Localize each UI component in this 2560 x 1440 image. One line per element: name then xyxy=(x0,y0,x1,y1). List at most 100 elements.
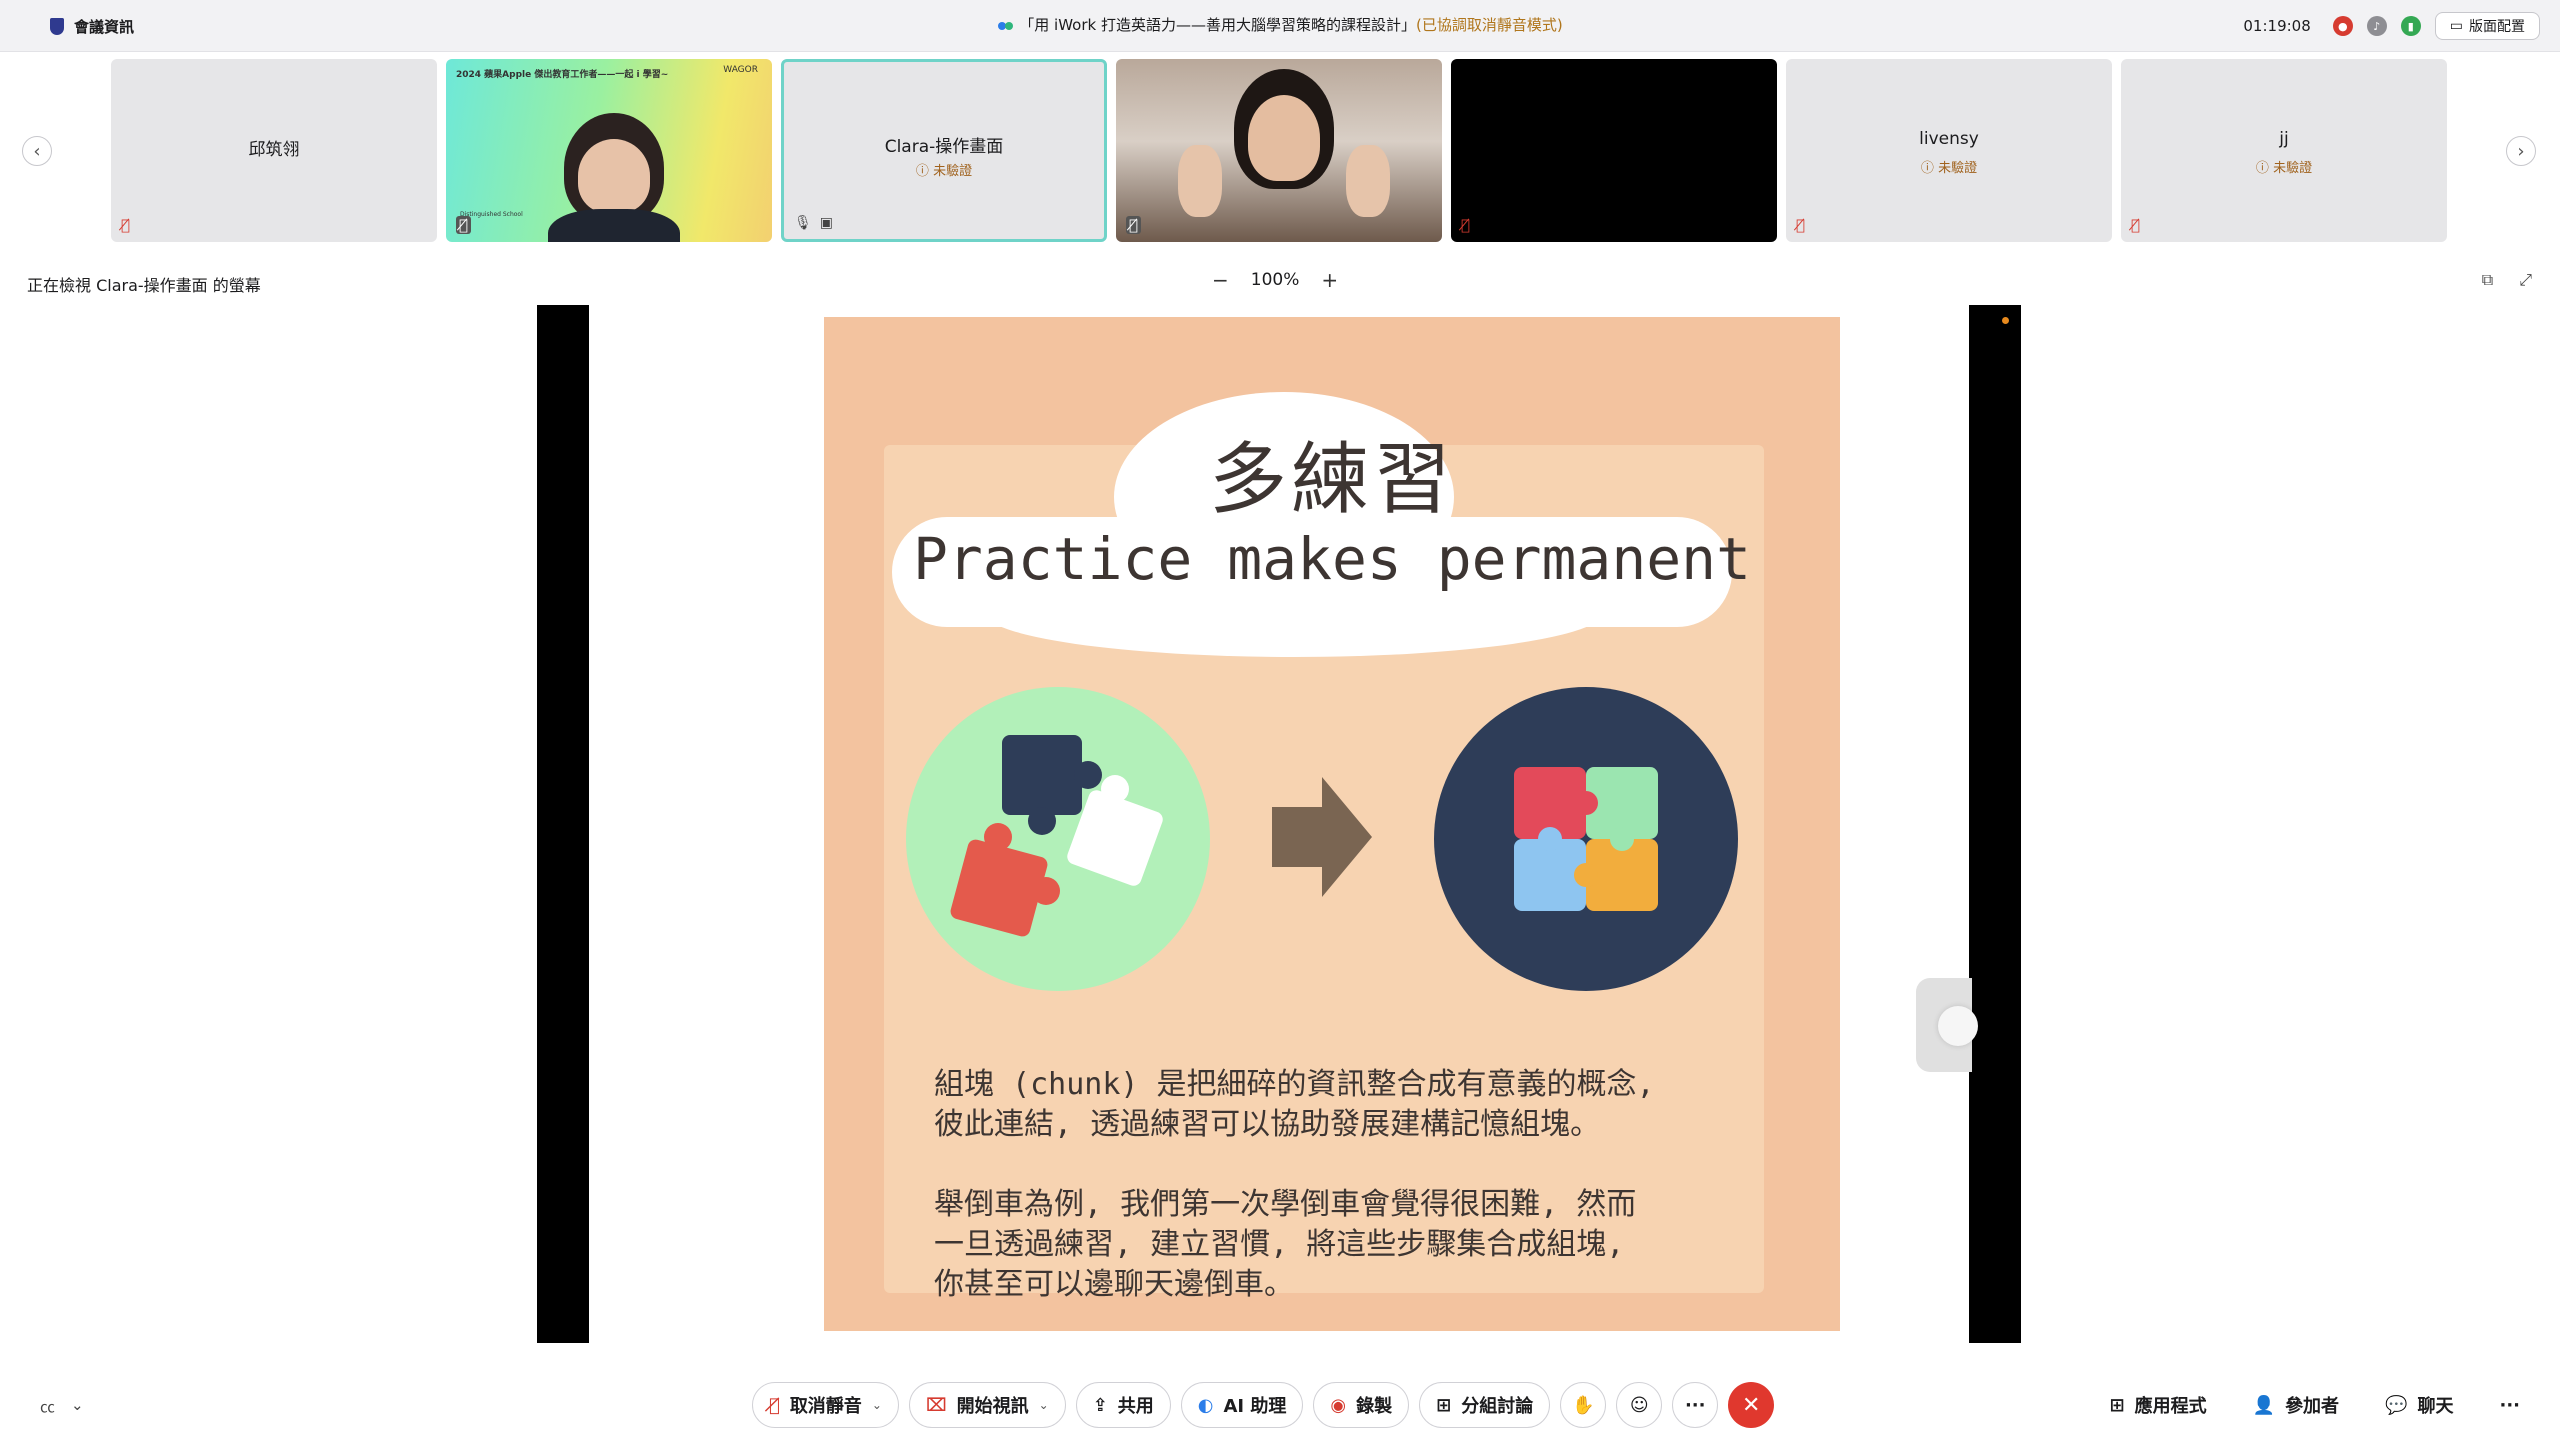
meeting-timer: 01:19:08 xyxy=(2243,17,2311,35)
handle-knob-icon xyxy=(1938,1006,1978,1046)
shared-screen[interactable]: 多練習 Practice makes permanent 組塊 (chunk) … xyxy=(537,305,2021,1343)
popout-share-icon[interactable]: ⧉ xyxy=(2482,270,2493,290)
video-logo-text: WAGOR xyxy=(723,65,758,75)
participant-tile[interactable]: jj ⓘ 未驗證 🎙̸ xyxy=(2121,59,2447,242)
participant-video-face xyxy=(1248,95,1320,181)
shared-screen-canvas: 多練習 Practice makes permanent 組塊 (chunk) … xyxy=(589,305,1969,1343)
participant-tile-video[interactable]: 2024 蘋果Apple 傑出教育工作者——一起 i 學習~ WAGOR Dis… xyxy=(446,59,772,242)
participant-tile-active[interactable]: Clara-操作畫面 ⓘ 未驗證 🎙 ▣ xyxy=(781,59,1107,242)
mic-muted-icon: 🎙̸ xyxy=(1126,216,1142,234)
mic-muted-icon: 🎙̸ xyxy=(1796,216,1806,234)
chat-icon: 💬 xyxy=(2385,1394,2408,1416)
arrow-right-icon xyxy=(1272,777,1372,897)
participant-tile-video[interactable]: 🎙̸ xyxy=(1116,59,1442,242)
participant-video-hand-right xyxy=(1346,145,1390,217)
zoom-out-button[interactable]: − xyxy=(1212,268,1229,292)
audio-status-icon[interactable]: ♪ xyxy=(2366,16,2387,36)
right-panel-controls: ⊞ 應用程式 👤 參加者 💬 聊天 ··· xyxy=(2110,1382,2520,1428)
slide-body-text: 組塊 (chunk) 是把細碎的資訊整合成有意義的概念, 彼此連結, 透過練習可… xyxy=(934,1067,1655,1302)
layout-label: 版面配置 xyxy=(2469,19,2525,35)
close-icon: ✕ xyxy=(1742,1392,1761,1418)
participant-name: 邱筑翎 xyxy=(248,140,300,160)
share-screen-icon: ⇪ xyxy=(1092,1394,1108,1416)
ai-assistant-button[interactable]: ◐ AI 助理 xyxy=(1180,1382,1304,1428)
breakout-rooms-icon: ⊞ xyxy=(1436,1394,1452,1416)
end-call-button[interactable]: ✕ xyxy=(1728,1382,1775,1428)
participant-name: jj xyxy=(2279,129,2289,149)
video-banner-text: 2024 蘋果Apple 傑出教育工作者——一起 i 學習~ xyxy=(456,70,669,80)
assembled-puzzle-illustration xyxy=(1434,687,1738,991)
chat-button[interactable]: 💬 聊天 xyxy=(2385,1392,2453,1418)
unmute-button[interactable]: 🎙̸ 取消靜音 ⌄ xyxy=(752,1382,899,1428)
share-label: 共用 xyxy=(1117,1396,1154,1417)
unmute-label: 取消靜音 xyxy=(789,1396,862,1417)
share-tools: ⧉ ⤢ xyxy=(2482,270,2532,290)
meeting-title: 「用 iWork 打造英語力——善用大腦學習策略的課程設計」(已協調取消靜音模式… xyxy=(0,14,2560,35)
more-options-button[interactable]: ··· xyxy=(1672,1382,1719,1428)
meeting-title-text: 「用 iWork 打造英語力——善用大腦學習策略的課程設計」 xyxy=(1019,16,1416,34)
scattered-puzzle-illustration xyxy=(906,687,1210,991)
participants-button[interactable]: 👤 參加者 xyxy=(2253,1392,2339,1418)
raise-hand-button[interactable]: ✋ xyxy=(1560,1382,1607,1428)
recording-status-icon[interactable]: ● xyxy=(2332,16,2353,36)
top-bar: 會議資訊 「用 iWork 打造英語力——善用大腦學習策略的課程設計」(已協調取… xyxy=(0,0,2560,52)
breakout-label: 分組討論 xyxy=(1461,1396,1534,1417)
mic-icon: 🎙 xyxy=(794,215,812,231)
record-icon: ◉ xyxy=(1330,1394,1347,1416)
zoom-in-button[interactable]: + xyxy=(1321,268,1338,292)
participants-label: 參加者 xyxy=(2285,1396,2340,1417)
mic-muted-icon: 🎙̸ xyxy=(2131,216,2141,234)
fullscreen-icon[interactable]: ⤢ xyxy=(2519,270,2532,290)
more-icon: ··· xyxy=(1684,1394,1706,1416)
participant-name: Clara-操作畫面 xyxy=(884,137,1004,157)
main-controls: 🎙̸ 取消靜音 ⌄ ⌧ 開始視訊 ⌄ ⇪ 共用 ◐ AI 助理 ◉ 錄製 ⊞ 分… xyxy=(752,1382,1775,1428)
participant-status-text: 未驗證 xyxy=(2273,161,2313,176)
mic-muted-icon: 🎙̸ xyxy=(1461,216,1471,234)
side-panel-handle[interactable] xyxy=(1916,978,1978,1072)
strip-prev-button[interactable]: ‹ xyxy=(22,136,52,166)
slide-title-en: Practice makes permanent xyxy=(912,525,1752,593)
video-off-icon: ⌧ xyxy=(925,1394,947,1416)
overflow-menu-button[interactable]: ··· xyxy=(2499,1395,2520,1416)
apps-label: 應用程式 xyxy=(2134,1396,2207,1417)
zoom-level: 100% xyxy=(1250,270,1300,290)
participant-status: ⓘ 未驗證 xyxy=(915,164,973,179)
apps-button[interactable]: ⊞ 應用程式 xyxy=(2110,1392,2207,1418)
top-right-controls: 01:19:08 ● ♪ ▮ ▭ 版面配置 xyxy=(2243,10,2540,42)
network-status-icon[interactable]: ▮ xyxy=(2400,16,2421,36)
share-viewing-label: 正在檢視 Clara-操作畫面 的螢幕 xyxy=(27,276,261,295)
chat-label: 聊天 xyxy=(2417,1396,2454,1417)
participant-status: ⓘ 未驗證 xyxy=(1920,161,1978,176)
record-label: 錄製 xyxy=(1356,1396,1393,1417)
participant-status: ⓘ 未驗證 xyxy=(2255,161,2313,176)
participant-status-text: 未驗證 xyxy=(1938,161,1978,176)
closed-captions-icon: ㏄ xyxy=(40,1398,56,1416)
meeting-status: (已協調取消靜音模式) xyxy=(1415,16,1563,34)
layout-button[interactable]: ▭ 版面配置 xyxy=(2434,12,2540,40)
participant-status-text: 未驗證 xyxy=(933,164,973,179)
breakout-button[interactable]: ⊞ 分組討論 xyxy=(1419,1382,1551,1428)
reactions-button[interactable]: ☺ xyxy=(1616,1382,1663,1428)
tile-status-icons: 🎙 ▣ xyxy=(794,215,833,231)
ai-assistant-icon: ◐ xyxy=(1197,1394,1214,1416)
participant-video-face xyxy=(578,139,650,213)
participant-tile[interactable]: livensy ⓘ 未驗證 🎙̸ xyxy=(1786,59,2112,242)
start-video-button[interactable]: ⌧ 開始視訊 ⌄ xyxy=(908,1382,1066,1428)
scattered-puzzle-pieces-icon xyxy=(950,735,1163,937)
chevron-down-icon[interactable]: ⌄ xyxy=(872,1398,882,1412)
share-button[interactable]: ⇪ 共用 xyxy=(1075,1382,1171,1428)
participant-video-hand-left xyxy=(1178,145,1222,217)
captions-button[interactable]: ㏄ ⌄ xyxy=(40,1396,84,1417)
record-button[interactable]: ◉ 錄製 xyxy=(1313,1382,1410,1428)
bottom-toolbar: ㏄ ⌄ 🎙̸ 取消靜音 ⌄ ⌧ 開始視訊 ⌄ ⇪ 共用 ◐ AI 助理 ◉ 錄製… xyxy=(0,1372,2560,1440)
screen-share-icon: ▣ xyxy=(819,215,834,231)
chevron-down-icon[interactable]: ⌄ xyxy=(1039,1398,1049,1412)
chevron-left-icon: ‹ xyxy=(33,140,41,162)
participant-tile[interactable]: 邱筑翎 🎙̸ xyxy=(111,59,437,242)
strip-next-button[interactable]: › xyxy=(2506,136,2536,166)
participants-icon: 👤 xyxy=(2252,1394,2276,1416)
participant-video-body xyxy=(548,209,680,242)
participant-tile-camera-off[interactable]: 🎙̸ xyxy=(1451,59,1777,242)
zoom-controls: − 100% + xyxy=(1212,268,1338,292)
raise-hand-icon: ✋ xyxy=(1572,1394,1595,1416)
